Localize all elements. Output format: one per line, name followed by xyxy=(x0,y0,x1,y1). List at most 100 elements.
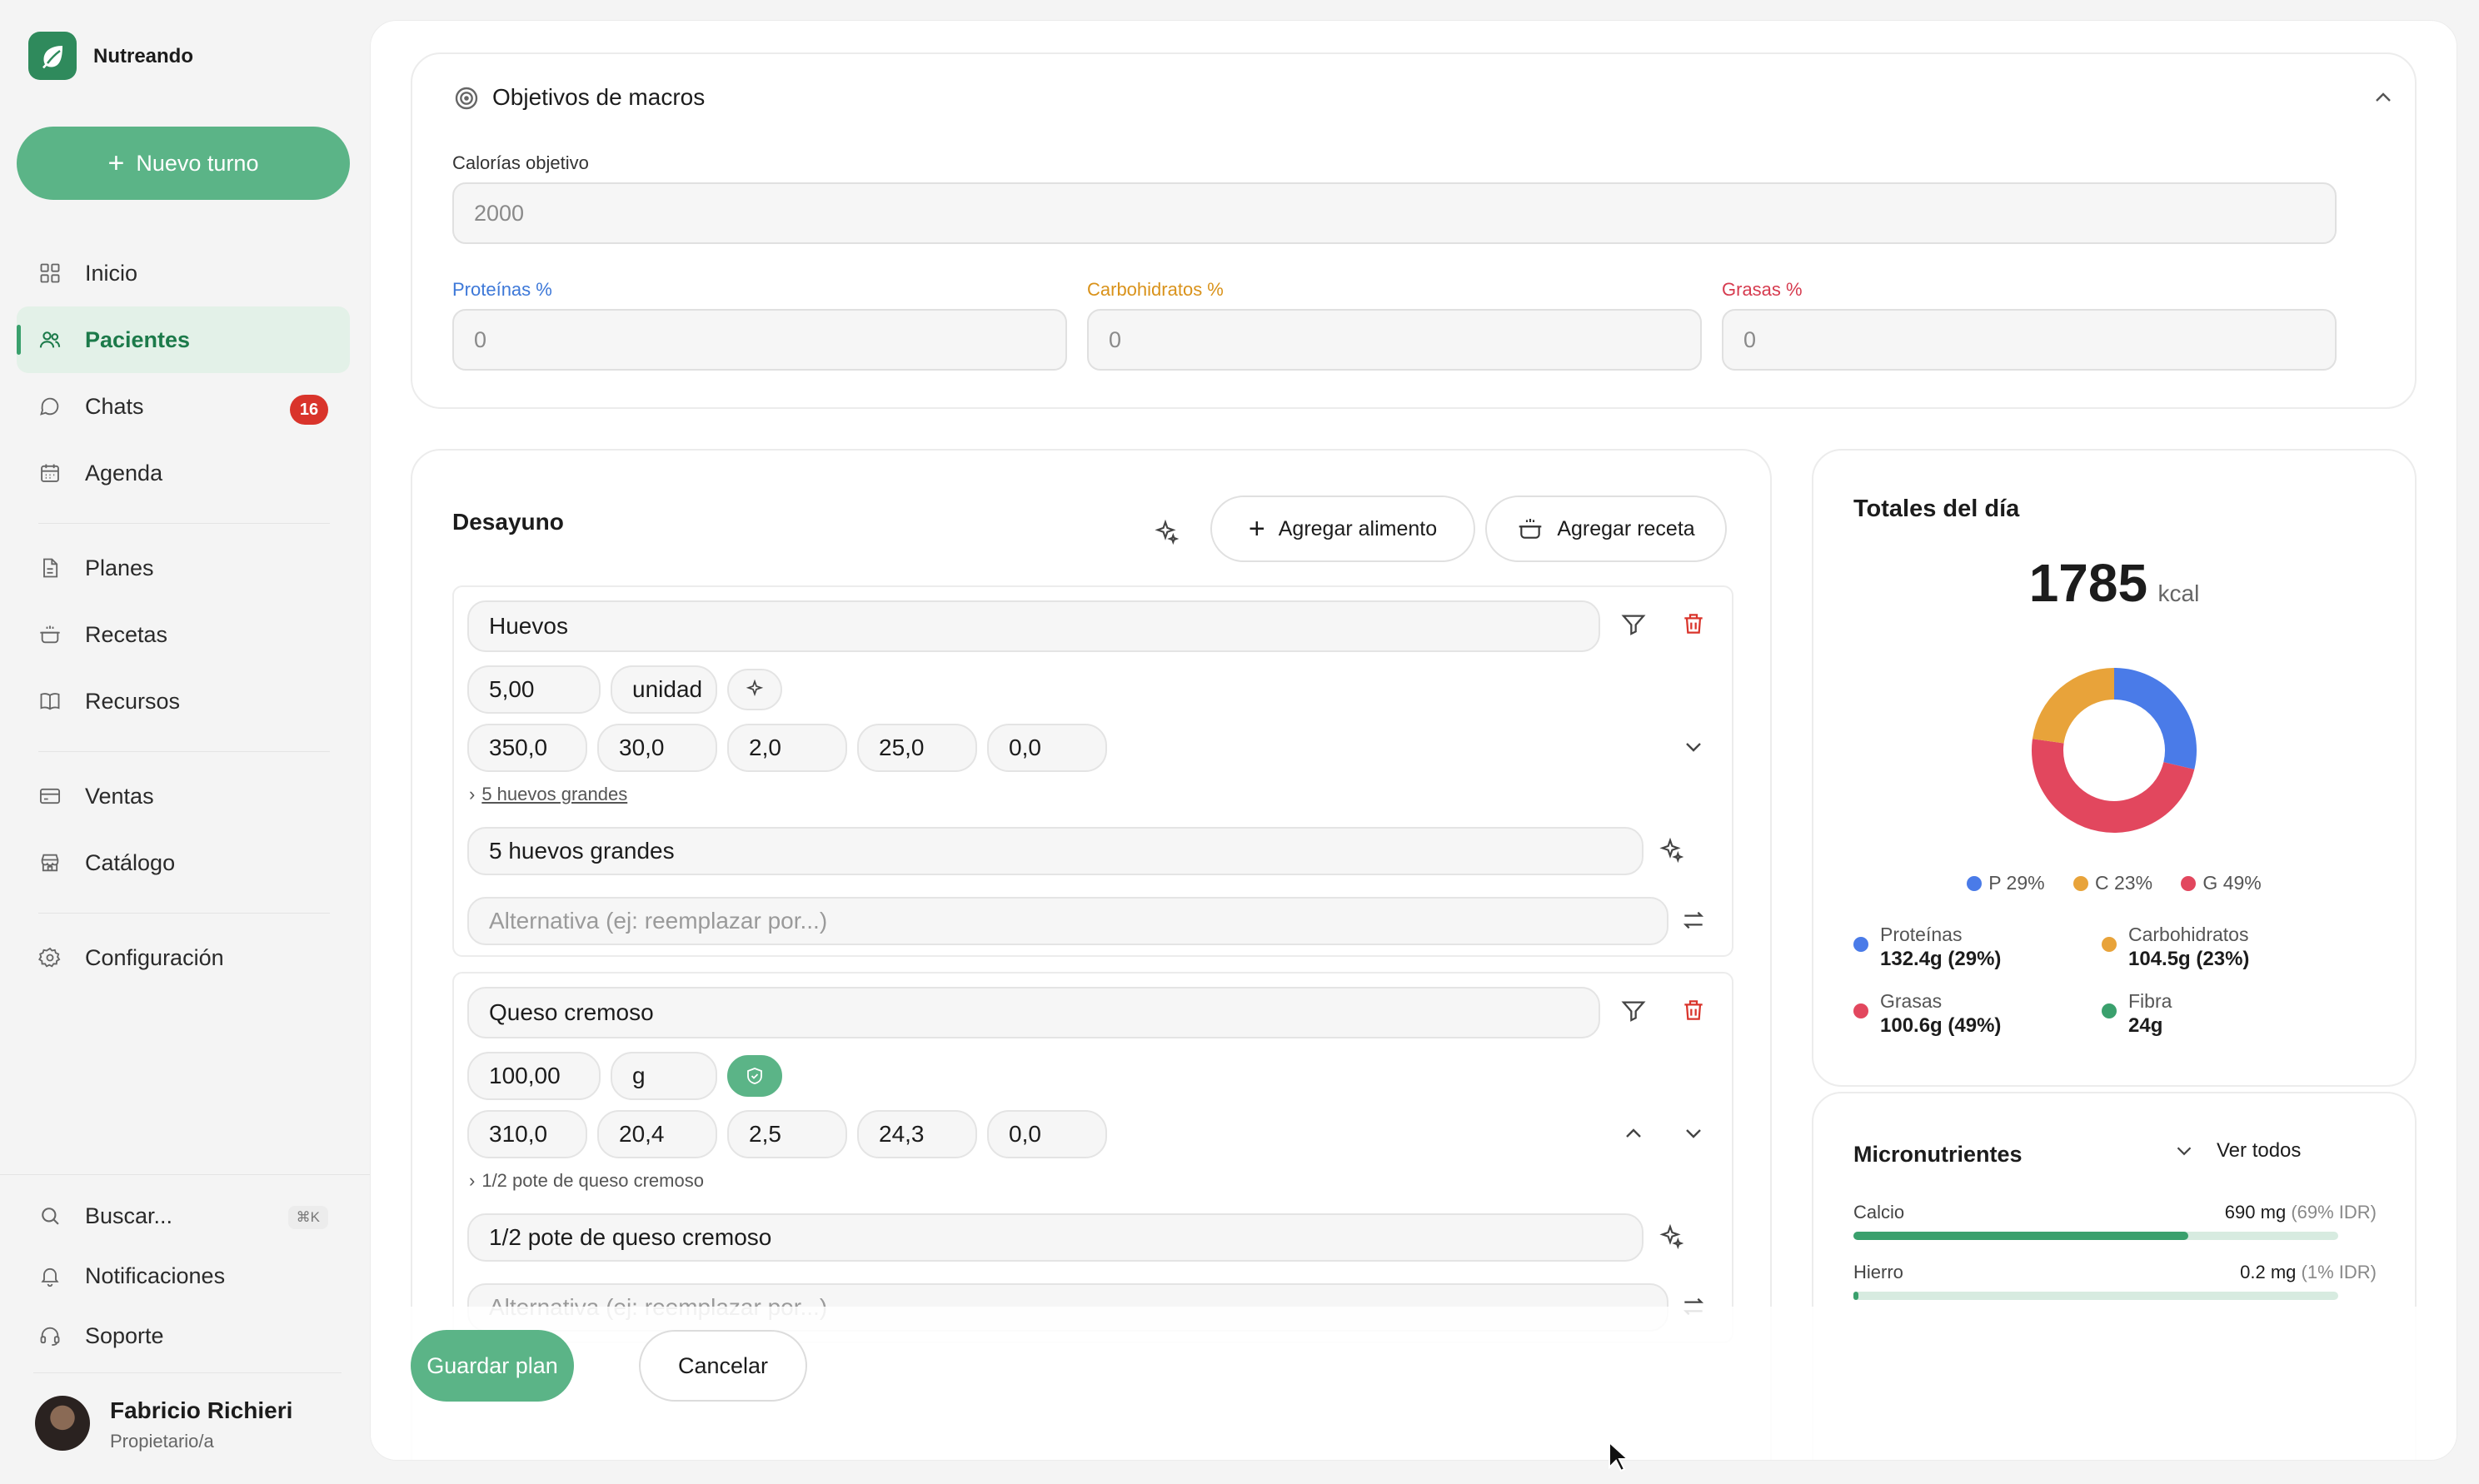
user-role: Propietario/a xyxy=(110,1431,214,1452)
breakdown-name: Grasas xyxy=(1880,990,1943,1012)
fiber-input[interactable]: 0,0 xyxy=(987,724,1107,772)
breakdown-fat: Grasas 100.6g (49%) xyxy=(1853,990,2103,1038)
legend-protein: P 29% xyxy=(1967,872,2045,894)
fiber-value: 0,0 xyxy=(1009,1121,1041,1147)
trash-icon[interactable] xyxy=(1680,997,1707,1023)
alternative-input[interactable]: Alternativa (ej: reemplazar por...) xyxy=(467,897,1668,945)
pot-icon xyxy=(40,625,60,644)
avatar[interactable] xyxy=(35,1396,90,1451)
fat-input[interactable]: 25,0 xyxy=(857,724,977,772)
chevron-up-icon[interactable] xyxy=(1620,1120,1647,1147)
quantity-input[interactable]: 100,00 xyxy=(467,1052,601,1100)
fiber-input[interactable]: 0,0 xyxy=(987,1110,1107,1158)
kcal-number: 1785 xyxy=(2028,553,2148,613)
filter-icon[interactable] xyxy=(1620,610,1647,637)
notifications-button[interactable]: Notificaciones xyxy=(17,1242,350,1309)
kcal-input[interactable]: 310,0 xyxy=(467,1110,587,1158)
sparkles-icon xyxy=(746,679,764,697)
food-item: Queso cremoso 100,00 g 310,0 20,4 2,5 24… xyxy=(452,972,1733,1343)
sidebar-item-recetas[interactable]: Recetas xyxy=(17,601,350,668)
fat-percent-input[interactable]: 0 xyxy=(1722,309,2337,371)
portion-link[interactable]: › 1/2 pote de queso cremoso xyxy=(469,1170,704,1192)
save-plan-button[interactable]: Guardar plan xyxy=(411,1330,574,1402)
sparkles-icon[interactable] xyxy=(1657,837,1683,864)
legend-dot xyxy=(1967,876,1983,891)
description-input[interactable]: 5 huevos grandes xyxy=(467,827,1644,875)
slice-protein xyxy=(2113,668,2197,769)
food-name-input[interactable]: Queso cremoso xyxy=(467,987,1600,1038)
verified-food-button[interactable] xyxy=(727,1055,782,1097)
sidebar-item-configuracion[interactable]: Configuración xyxy=(17,924,350,991)
sidebar-item-label: Agenda xyxy=(85,460,163,486)
sidebar-item-ventas[interactable]: Ventas xyxy=(17,763,350,829)
kcal-value: 350,0 xyxy=(489,735,548,760)
food-name: Queso cremoso xyxy=(489,999,654,1025)
protein-percent-input[interactable]: 0 xyxy=(452,309,1067,371)
headset-icon xyxy=(40,1327,60,1347)
add-recipe-label: Agregar receta xyxy=(1557,516,1695,540)
sidebar-item-recursos[interactable]: Recursos xyxy=(17,668,350,735)
chevron-down-icon[interactable] xyxy=(1680,734,1707,760)
sparkles-icon[interactable] xyxy=(1149,515,1182,549)
quantity-input[interactable]: 5,00 xyxy=(467,665,601,714)
food-name-input[interactable]: Huevos xyxy=(467,600,1600,652)
sidebar-divider xyxy=(38,913,330,914)
sparkles-icon[interactable] xyxy=(1657,1223,1683,1250)
chevron-down-icon[interactable] xyxy=(1680,1120,1707,1147)
sidebar-item-pacientes[interactable]: Pacientes xyxy=(17,306,350,373)
search-label: Buscar... xyxy=(85,1203,173,1228)
micro-amount-value: 0.2 mg xyxy=(2240,1262,2297,1282)
protein-value: 30,0 xyxy=(619,735,665,760)
description-input[interactable]: 1/2 pote de queso cremoso xyxy=(467,1213,1644,1262)
brand-name: Nutreando xyxy=(93,45,193,67)
legend-dot xyxy=(2102,937,2117,952)
description-value: 1/2 pote de queso cremoso xyxy=(489,1224,772,1250)
add-recipe-button[interactable]: Agregar receta xyxy=(1485,495,1727,562)
unit-input[interactable]: g xyxy=(611,1052,717,1100)
chevron-up-icon[interactable] xyxy=(2368,82,2398,112)
sidebar-item-catalogo[interactable]: Catálogo xyxy=(17,829,350,896)
support-button[interactable]: Soporte xyxy=(17,1302,350,1369)
legend-dot xyxy=(2072,876,2088,891)
protein-input[interactable]: 30,0 xyxy=(597,724,717,772)
search-button[interactable]: Buscar... ⌘K xyxy=(17,1183,350,1249)
filter-icon[interactable] xyxy=(1620,997,1647,1023)
carbs-percent-input[interactable]: 0 xyxy=(1087,309,1702,371)
sidebar-item-chats[interactable]: Chats 16 xyxy=(17,373,350,440)
view-all-toggle[interactable]: Ver todos xyxy=(2172,1138,2301,1163)
fat-input[interactable]: 24,3 xyxy=(857,1110,977,1158)
protein-input[interactable]: 20,4 xyxy=(597,1110,717,1158)
ai-suggest-button[interactable] xyxy=(727,669,782,710)
portion-link[interactable]: › 5 huevos grandes xyxy=(469,784,627,805)
unit-input[interactable]: unidad xyxy=(611,665,717,714)
new-appointment-button[interactable]: + Nuevo turno xyxy=(17,127,350,200)
bell-icon xyxy=(41,1267,59,1287)
micros-title: Micronutrientes xyxy=(1853,1142,2023,1167)
quantity-value: 100,00 xyxy=(489,1063,561,1088)
swap-icon[interactable] xyxy=(1680,907,1707,934)
micro-idr: (1% IDR) xyxy=(2301,1262,2377,1282)
fiber-value: 0,0 xyxy=(1009,735,1041,760)
micro-amount: 690 mg (69% IDR) xyxy=(2225,1202,2377,1223)
sidebar-item-inicio[interactable]: Inicio xyxy=(17,240,350,306)
sidebar-item-label: Recursos xyxy=(85,688,181,714)
sidebar-divider xyxy=(38,523,330,524)
totals-card: Totales del día 1785 kcal P 29% C 23% G … xyxy=(1812,449,2417,1087)
food-item: Huevos 5,00 unidad 350,0 30,0 2,0 25,0 0… xyxy=(452,585,1733,957)
add-food-button[interactable]: + Agregar alimento xyxy=(1210,495,1475,562)
legend-dot xyxy=(2181,876,2197,891)
description-value: 5 huevos grandes xyxy=(489,838,675,864)
carbs-placeholder: 0 xyxy=(1109,326,1122,352)
legend-label: P 29% xyxy=(1988,872,2045,894)
support-label: Soporte xyxy=(85,1322,164,1348)
kcal-input[interactable]: 350,0 xyxy=(467,724,587,772)
cancel-button[interactable]: Cancelar xyxy=(639,1330,807,1402)
carbs-input[interactable]: 2,5 xyxy=(727,1110,847,1158)
kcal-value: 310,0 xyxy=(489,1121,548,1147)
calories-input[interactable]: 2000 xyxy=(452,182,2337,244)
sidebar-item-planes[interactable]: Planes xyxy=(17,535,350,601)
sidebar-item-agenda[interactable]: Agenda xyxy=(17,440,350,506)
alternative-placeholder: Alternativa (ej: reemplazar por...) xyxy=(489,908,828,934)
trash-icon[interactable] xyxy=(1680,610,1707,637)
carbs-input[interactable]: 2,0 xyxy=(727,724,847,772)
